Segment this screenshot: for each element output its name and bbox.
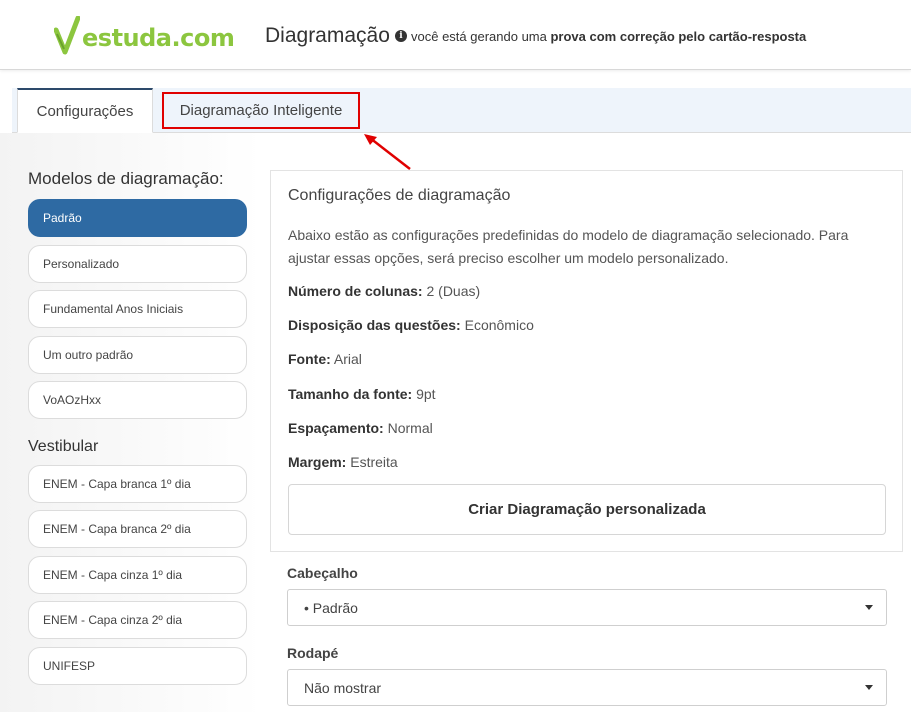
tab-bar: Configurações Diagramação Inteligente bbox=[12, 88, 911, 133]
logo-text: estuda.com bbox=[82, 24, 235, 52]
tab-diagramacao-inteligente[interactable]: Diagramação Inteligente bbox=[162, 92, 360, 129]
annotation-arrow-icon bbox=[364, 134, 411, 170]
footer-field-label: Rodapé bbox=[287, 645, 339, 661]
prop-value: 2 (Duas) bbox=[422, 283, 481, 299]
estuda-logo[interactable]: estuda.com bbox=[54, 16, 235, 56]
vestibular-item-enem-branca-2[interactable]: ENEM - Capa branca 2º dia bbox=[28, 510, 247, 548]
chevron-down-icon bbox=[865, 605, 873, 610]
panel-description: Abaixo estão as configurações predefinid… bbox=[288, 227, 849, 266]
tab-configuracoes[interactable]: Configurações bbox=[17, 88, 153, 133]
top-header: estuda.com Diagramação i você está geran… bbox=[0, 0, 911, 70]
prop-value: 9pt bbox=[412, 386, 436, 402]
config-panel: Configurações de diagramação Abaixo estã… bbox=[270, 170, 903, 552]
header-select-value: • Padrão bbox=[304, 599, 358, 616]
prop-label: Margem: bbox=[288, 454, 347, 470]
page-title: Diagramação bbox=[265, 24, 390, 47]
footer-select-value: Não mostrar bbox=[304, 679, 382, 696]
vestibular-item-enem-cinza-1[interactable]: ENEM - Capa cinza 1º dia bbox=[28, 556, 247, 594]
prop-label: Número de colunas: bbox=[288, 283, 423, 299]
subtitle-prefix: você está gerando uma bbox=[411, 29, 551, 44]
prop-label: Fonte: bbox=[288, 351, 331, 367]
prop-value: Econômico bbox=[460, 317, 534, 333]
checkmark-logo-icon bbox=[54, 16, 80, 55]
prop-colunas: Número de colunas: 2 (Duas) bbox=[288, 283, 480, 299]
header-field-label: Cabeçalho bbox=[287, 565, 358, 581]
prop-label: Tamanho da fonte: bbox=[288, 386, 413, 402]
chevron-down-icon bbox=[865, 685, 873, 690]
prop-value: Arial bbox=[330, 351, 362, 367]
prop-value: Estreita bbox=[346, 454, 398, 470]
vestibular-item-unifesp[interactable]: UNIFESP bbox=[28, 647, 247, 685]
model-item-padrao[interactable]: Padrão bbox=[28, 199, 247, 237]
prop-espacamento: Espaçamento: Normal bbox=[288, 420, 433, 436]
vestibular-item-enem-cinza-2[interactable]: ENEM - Capa cinza 2º dia bbox=[28, 601, 247, 639]
subtitle-bold: prova com correção pelo cartão-resposta bbox=[550, 29, 807, 44]
panel-title: Configurações de diagramação bbox=[288, 187, 511, 204]
model-item-personalizado[interactable]: Personalizado bbox=[28, 245, 247, 283]
footer-select[interactable]: Não mostrar bbox=[287, 669, 887, 706]
models-heading: Modelos de diagramação: bbox=[28, 169, 224, 188]
vestibular-heading: Vestibular bbox=[28, 438, 99, 455]
model-item-outro-padrao[interactable]: Um outro padrão bbox=[28, 336, 247, 374]
prop-value: Normal bbox=[383, 420, 433, 436]
prop-tamanho-fonte: Tamanho da fonte: 9pt bbox=[288, 386, 436, 402]
prop-disposicao: Disposição das questões: Econômico bbox=[288, 317, 534, 333]
info-icon: i bbox=[395, 30, 407, 42]
create-custom-layout-button[interactable]: Criar Diagramação personalizada bbox=[288, 484, 886, 535]
prop-label: Espaçamento: bbox=[288, 420, 384, 436]
prop-margem: Margem: Estreita bbox=[288, 454, 398, 470]
prop-fonte: Fonte: Arial bbox=[288, 351, 362, 367]
vestibular-item-enem-branca-1[interactable]: ENEM - Capa branca 1º dia bbox=[28, 465, 247, 503]
header-select[interactable]: • Padrão bbox=[287, 589, 887, 626]
prop-label: Disposição das questões: bbox=[288, 317, 461, 333]
model-item-fundamental[interactable]: Fundamental Anos Iniciais bbox=[28, 290, 247, 328]
page-subtitle: você está gerando uma prova com correção… bbox=[411, 29, 806, 44]
model-item-voaozhxx[interactable]: VoAOzHxx bbox=[28, 381, 247, 419]
